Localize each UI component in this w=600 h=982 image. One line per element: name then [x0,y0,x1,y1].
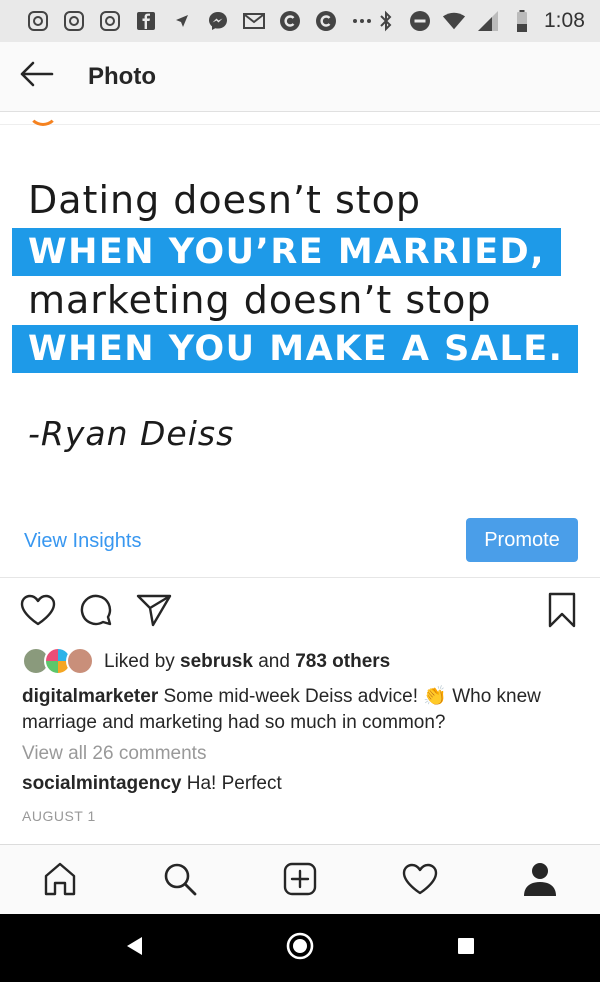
more-dots-icon [350,9,374,33]
quote-line-4-highlight: WHEN YOU MAKE A SALE. [12,325,578,373]
liker-username[interactable]: sebrusk [180,651,253,672]
comment-button[interactable] [76,592,116,632]
comment-bubble-icon [79,593,113,632]
avatar [66,647,94,675]
gmail-icon [242,9,266,33]
post-actions [0,588,600,636]
profile-ring-peek [28,98,58,126]
c-app-icon [278,9,302,33]
activity-heart-icon [402,863,438,900]
view-all-comments-link[interactable]: View all 26 comments [22,743,206,765]
wifi-icon [442,9,466,33]
like-button[interactable] [18,592,58,632]
post-image[interactable]: Dating doesn’t stop WHEN YOU’RE MARRIED,… [0,112,600,502]
add-post-icon [282,861,318,902]
liker-avatars [22,647,94,677]
page-title: Photo [88,62,156,90]
likes-others-count[interactable]: 783 others [295,651,390,672]
quote-line-1: Dating doesn’t stop [28,178,422,222]
status-time: 1:08 [544,9,585,32]
instagram-icon [98,9,122,33]
nav-profile[interactable] [518,859,562,903]
view-insights-link[interactable]: View Insights [24,530,141,553]
quote-author: -Ryan Deiss [28,414,235,453]
square-recents-icon [456,936,476,961]
back-arrow-icon [18,60,54,93]
search-icon [162,861,198,902]
android-recents-button[interactable] [448,930,484,966]
bookmark-icon [547,592,577,633]
profile-icon [523,861,557,902]
comment-text: Ha! Perfect [181,773,282,794]
status-bar: 1:08 [0,0,600,42]
save-button[interactable] [542,592,582,632]
nav-home[interactable] [38,859,82,903]
image-top-divider [0,124,600,125]
paper-plane-icon [136,593,172,632]
caption-username[interactable]: digitalmarketer [22,686,158,707]
bluetooth-icon [374,9,398,33]
comment-item: socialmintagency Ha! Perfect [22,773,282,795]
quote-line-2-highlight: WHEN YOU’RE MARRIED, [12,228,561,276]
heart-icon [20,594,56,631]
messenger-icon [206,9,230,33]
triangle-back-icon [124,935,144,962]
battery-icon [510,9,534,33]
nav-search[interactable] [158,859,202,903]
notification-icons [26,9,374,33]
system-icons: 1:08 [374,9,585,33]
likes-middle: and [252,651,296,672]
navigation-icon [170,9,194,33]
app-header: Photo [0,42,600,112]
android-nav-bar [0,914,600,982]
android-home-button[interactable] [282,930,318,966]
c-app-icon [314,9,338,33]
likes-prefix: Liked by [104,651,181,672]
insights-row: View Insights Promote [0,502,600,578]
instagram-icon [26,9,50,33]
do-not-disturb-icon [408,9,432,33]
android-back-button[interactable] [116,930,152,966]
bottom-nav [0,844,600,914]
instagram-icon [62,9,86,33]
circle-home-icon [285,931,315,966]
quote-line-3: marketing doesn’t stop [28,278,492,322]
nav-activity[interactable] [398,859,442,903]
signal-icon [476,9,500,33]
post-date: AUGUST 1 [22,808,96,824]
likes-row[interactable]: Liked by sebrusk and 783 others [22,646,390,678]
promote-button[interactable]: Promote [466,518,578,562]
share-button[interactable] [134,592,174,632]
home-icon [42,861,78,902]
nav-add-post[interactable] [278,859,322,903]
post-caption: digitalmarketer Some mid-week Deiss advi… [22,684,582,736]
comment-username[interactable]: socialmintagency [22,773,181,794]
likes-text: Liked by sebrusk and 783 others [104,651,390,673]
facebook-icon [134,9,158,33]
